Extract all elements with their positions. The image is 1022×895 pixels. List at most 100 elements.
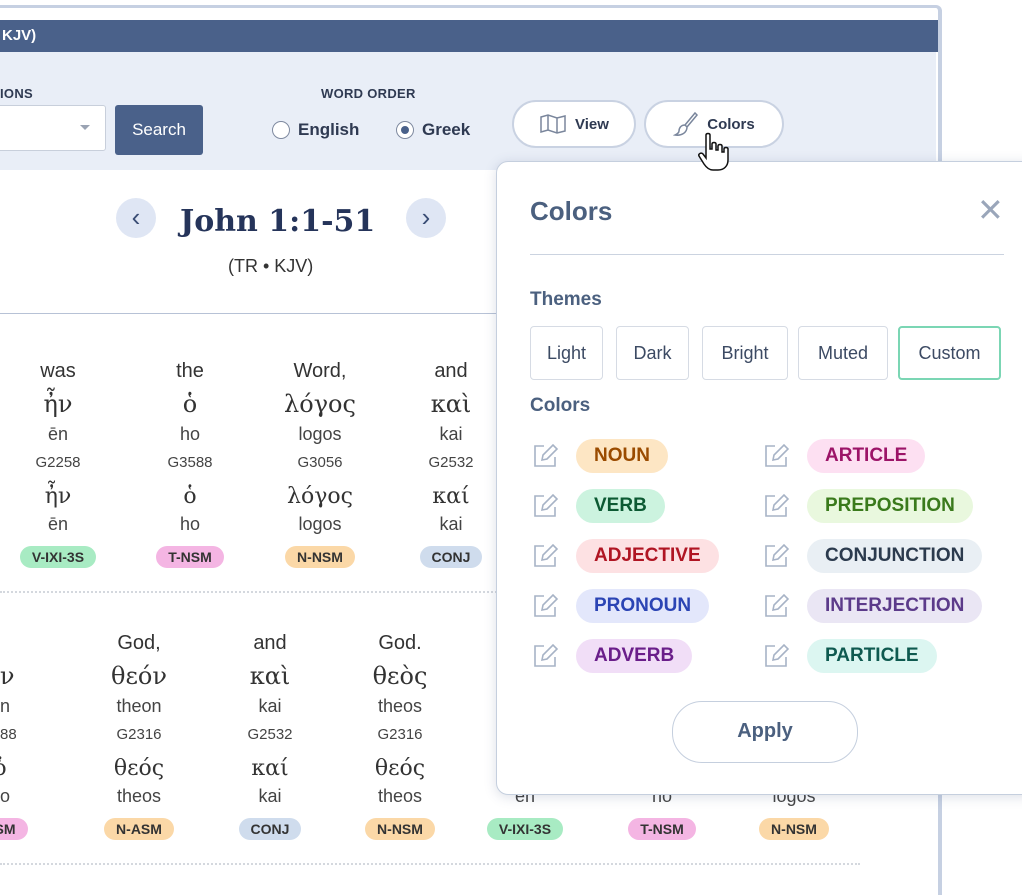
lemma-transliteration: theos (116, 786, 162, 806)
close-icon[interactable]: ✕ (977, 194, 1004, 226)
color-row-noun: NOUN (530, 439, 668, 473)
word-column[interactable]: the ὁ ho G3588 ὁ ho T-NSM (130, 360, 250, 568)
chevron-down-icon (80, 125, 90, 130)
word-column[interactable]: and καὶ kai G2532 καί kai CONJ (210, 632, 330, 840)
color-row-pronoun: PRONOUN (530, 589, 710, 623)
transliteration: kai (439, 424, 463, 444)
morph-tag[interactable]: V-IXI-3S (19, 546, 97, 568)
word-column[interactable]: Word, λόγος logos G3056 λόγος logos N-NS… (260, 360, 380, 568)
part-of-speech-chip[interactable]: PRONOUN (576, 589, 710, 623)
apply-button[interactable]: Apply (672, 701, 858, 763)
edit-icon[interactable] (530, 541, 560, 571)
strongs-number: G2532 (428, 454, 474, 471)
prev-chapter-button[interactable]: ‹ (116, 198, 156, 238)
english-word (0, 632, 60, 662)
word-column[interactable]: and καὶ kai G2532 καί kai CONJ (391, 360, 511, 568)
colors-button-label: Colors (707, 115, 755, 133)
color-row-article: ARTICLE (761, 439, 926, 473)
greek-word: ὸν (0, 662, 15, 690)
lemma-transliteration: logos (298, 514, 342, 534)
radio-greek[interactable]: Greek (396, 120, 470, 140)
word-column[interactable]: was ἦν ēn G2258 ἦν ēn V-IXI-3S (0, 360, 118, 568)
morph-tag[interactable]: T-NSM (156, 546, 224, 568)
morph-tag[interactable]: N-ASM (104, 818, 174, 840)
greek-word: καὶ (430, 390, 472, 418)
part-of-speech-chip[interactable]: ADJECTIVE (576, 539, 719, 573)
theme-muted[interactable]: Muted (798, 326, 888, 380)
english-word: Word, (293, 360, 347, 382)
radio-greek-label: Greek (422, 120, 471, 139)
greek-word: θεόν (111, 662, 167, 690)
theme-light[interactable]: Light (530, 326, 603, 380)
morph-tag[interactable]: CONJ (238, 818, 302, 840)
edit-icon[interactable] (530, 641, 560, 671)
theme-dark[interactable]: Dark (616, 326, 689, 380)
theme-bright[interactable]: Bright (702, 326, 788, 380)
color-row-interjection: INTERJECTION (761, 589, 983, 623)
color-row-adverb: ADVERB (530, 639, 693, 673)
word-column[interactable]: God. θεὸς theos G2316 θεός theos N-NSM (340, 632, 460, 840)
edit-icon[interactable] (761, 541, 791, 571)
paint-brush-icon (673, 111, 699, 136)
part-of-speech-chip[interactable]: VERB (576, 489, 665, 523)
translation-select[interactable] (0, 105, 106, 151)
morph-tag[interactable]: N-NSM (759, 818, 829, 840)
radio-english[interactable]: English (272, 120, 359, 140)
view-button-label: View (575, 115, 609, 133)
passage-subtitle: (TR • KJV) (228, 256, 314, 276)
part-of-speech-chip[interactable]: ARTICLE (807, 439, 926, 473)
color-row-conjunction: CONJUNCTION (761, 539, 983, 573)
edit-icon[interactable] (530, 491, 560, 521)
part-of-speech-chip[interactable]: ADVERB (576, 639, 693, 673)
english-word: God, (117, 632, 161, 654)
english-word: and (434, 360, 468, 382)
lemma: ὁ (183, 484, 197, 509)
part-of-speech-chip[interactable]: CONJUNCTION (807, 539, 983, 573)
lemma-transliteration: kai (439, 514, 463, 534)
greek-word: θεὸς (372, 662, 428, 690)
english-word: was (40, 360, 76, 382)
morph-tag[interactable]: N-NSM (285, 546, 355, 568)
lemma-transliteration: kai (258, 786, 282, 806)
morph-tag[interactable]: N-NSM (365, 818, 435, 840)
edit-icon[interactable] (530, 441, 560, 471)
color-row-particle: PARTICLE (761, 639, 937, 673)
toolbar: IONS WORD ORDER Search English Greek Vie… (0, 52, 936, 170)
window-title: KJV) (0, 20, 938, 52)
greek-word: ἦν (43, 390, 73, 418)
word-column[interactable]: God, θεόν theon G2316 θεός theos N-ASM (79, 632, 199, 840)
greek-word: ὁ (182, 390, 198, 418)
colors-label: Colors (530, 395, 591, 416)
part-of-speech-chip[interactable]: PREPOSITION (807, 489, 973, 523)
morph-tag[interactable]: T-NSM (628, 818, 696, 840)
passage-reference: John 1:1-51 (180, 204, 376, 239)
edit-icon[interactable] (761, 641, 791, 671)
search-button[interactable]: Search (115, 105, 203, 155)
edit-icon[interactable] (761, 491, 791, 521)
lemma: θεός (113, 756, 165, 781)
theme-custom[interactable]: Custom (898, 326, 1001, 380)
transliteration: kai (258, 696, 282, 716)
radio-selected-icon (396, 121, 414, 139)
view-button[interactable]: View (512, 100, 636, 148)
part-of-speech-chip[interactable]: INTERJECTION (807, 589, 983, 623)
part-of-speech-chip[interactable]: NOUN (576, 439, 668, 473)
morph-tag[interactable]: ASM (0, 818, 28, 840)
lemma: θεός (374, 756, 426, 781)
edit-icon[interactable] (761, 591, 791, 621)
lemma-transliteration: theos (377, 786, 423, 806)
morph-tag[interactable]: V-IXI-3S (486, 818, 564, 840)
lemma-transliteration: no (0, 786, 11, 806)
morph-tag[interactable]: CONJ (419, 546, 483, 568)
translations-label: IONS (0, 86, 33, 101)
verse-separator (0, 863, 860, 865)
word-column[interactable]: ὸν on 3588 ὁ no ASM (0, 632, 60, 840)
next-chapter-button[interactable]: › (406, 198, 446, 238)
lemma: καί (432, 484, 470, 509)
radio-icon (272, 121, 290, 139)
strongs-number: G2316 (377, 726, 423, 743)
edit-icon[interactable] (761, 441, 791, 471)
part-of-speech-chip[interactable]: PARTICLE (807, 639, 937, 673)
english-word: the (176, 360, 204, 382)
edit-icon[interactable] (530, 591, 560, 621)
